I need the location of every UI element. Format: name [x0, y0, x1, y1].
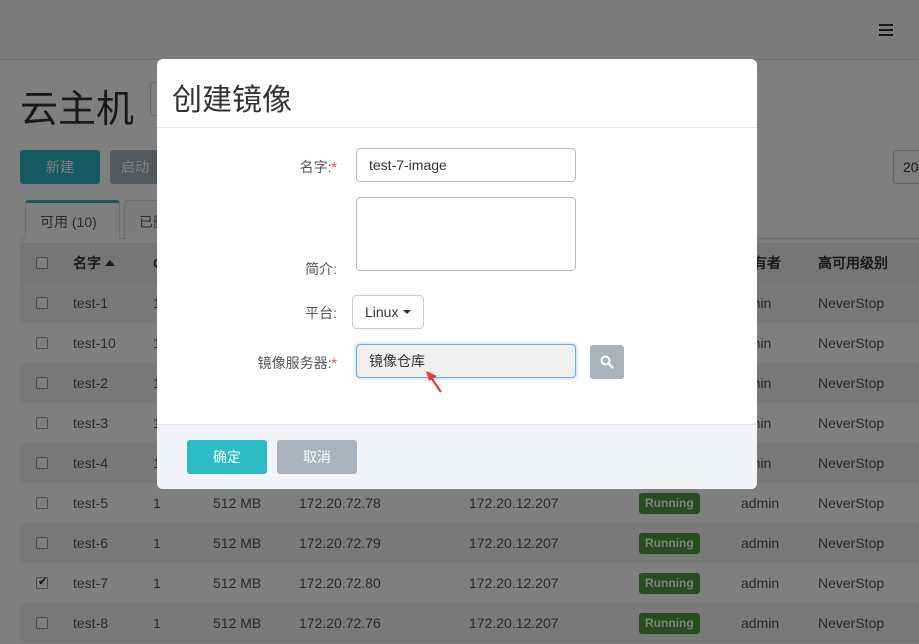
search-icon	[600, 355, 614, 369]
description-textarea[interactable]	[356, 197, 576, 271]
confirm-button[interactable]: 确定	[187, 440, 267, 474]
create-image-dialog: 创建镜像 名字:* test-7-image 简介: 平台: Linux 镜像服…	[157, 59, 757, 489]
name-label: 名字:*	[299, 159, 337, 175]
description-label: 简介:	[305, 261, 337, 277]
modal-footer: 确定 取消	[157, 424, 757, 489]
red-arrow-icon	[426, 371, 442, 393]
platform-label: 平台:	[305, 305, 337, 321]
modal-header: 创建镜像	[157, 59, 757, 128]
platform-dropdown[interactable]: Linux	[352, 295, 424, 329]
cancel-button[interactable]: 取消	[277, 440, 357, 474]
image-server-label: 镜像服务器:*	[257, 355, 337, 371]
search-button[interactable]	[590, 345, 624, 379]
name-input[interactable]: test-7-image	[356, 148, 576, 182]
image-server-input[interactable]: 镜像仓库	[356, 344, 576, 378]
modal-title: 创建镜像	[172, 83, 292, 118]
chevron-down-icon	[403, 310, 412, 314]
